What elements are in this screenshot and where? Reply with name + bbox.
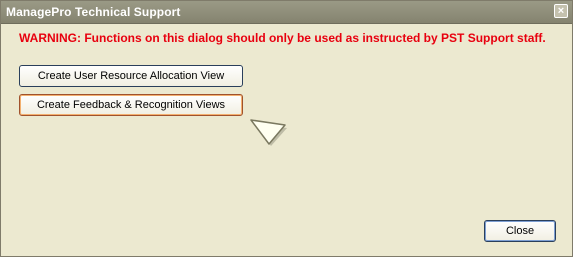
technical-support-dialog: ManagePro Technical Support × WARNING: F… <box>0 0 573 257</box>
mouse-pointer-icon <box>250 119 287 146</box>
close-icon[interactable]: × <box>554 4 568 18</box>
create-resource-allocation-button[interactable]: Create User Resource Allocation View <box>19 65 243 87</box>
title-bar[interactable]: ManagePro Technical Support × <box>1 1 572 24</box>
close-button[interactable]: Close <box>484 220 556 242</box>
warning-message: WARNING: Functions on this dialog should… <box>19 31 546 45</box>
window-title: ManagePro Technical Support <box>6 5 181 19</box>
create-feedback-recognition-button[interactable]: Create Feedback & Recognition Views <box>19 94 243 116</box>
